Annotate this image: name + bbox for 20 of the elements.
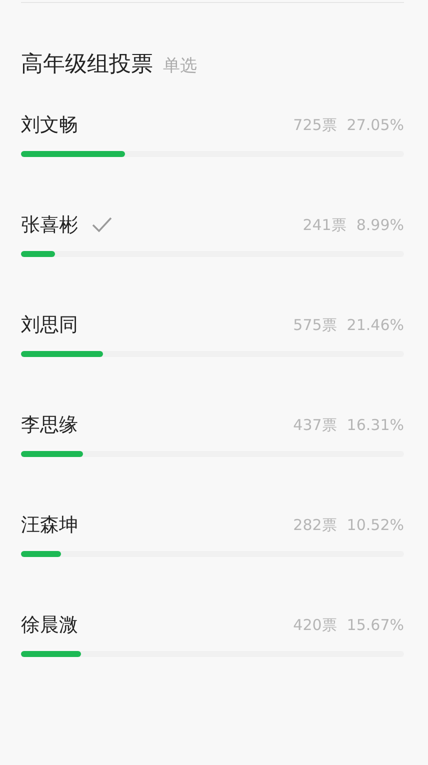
poll-mode-label: 单选 [163, 55, 197, 77]
candidate-name: 李思缘 [21, 413, 78, 438]
vote-count: 241票 [302, 216, 346, 234]
poll-title: 高年级组投票 [21, 51, 153, 79]
candidate-name: 刘文畅 [21, 113, 78, 138]
candidate-name: 张喜彬 [21, 213, 78, 238]
candidate-name: 刘思同 [21, 313, 78, 338]
vote-percentage: 10.52% [346, 516, 404, 534]
candidate-name: 汪森坤 [21, 513, 78, 538]
vote-percentage: 27.05% [346, 116, 404, 134]
vote-percentage: 15.67% [346, 616, 404, 634]
vote-count: 575票 [293, 316, 337, 334]
vote-count: 437票 [293, 416, 337, 434]
vote-count: 420票 [293, 616, 337, 634]
vote-percentage: 21.46% [346, 316, 404, 334]
vote-percentage: 16.31% [346, 416, 404, 434]
vote-count: 725票 [293, 116, 337, 134]
vote-percentage: 8.99% [356, 216, 404, 234]
candidate-name: 徐晨溦 [21, 613, 78, 638]
vote-count: 282票 [293, 516, 337, 534]
